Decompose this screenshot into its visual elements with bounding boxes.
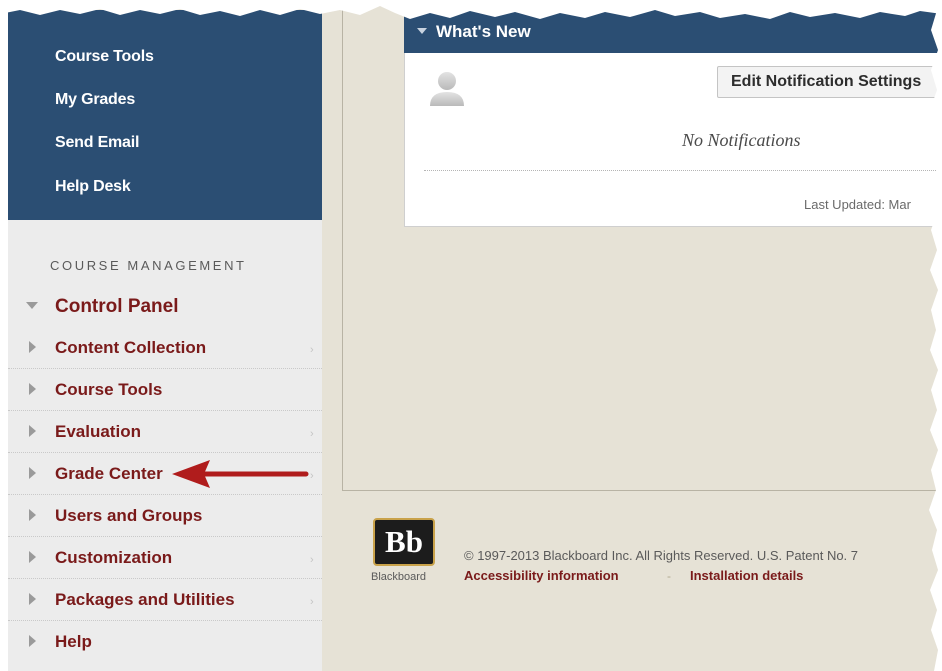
installation-details-link[interactable]: Installation details bbox=[690, 568, 803, 583]
logo-text: Bb bbox=[385, 524, 423, 559]
chevron-right-icon: › bbox=[310, 428, 314, 440]
cp-item-evaluation[interactable]: Evaluation › bbox=[8, 411, 322, 453]
control-panel-label: Control Panel bbox=[55, 296, 179, 317]
control-panel-header[interactable]: Control Panel bbox=[8, 285, 322, 325]
triangle-right-icon bbox=[29, 509, 36, 521]
blackboard-logo: Bb bbox=[373, 518, 435, 566]
cp-item-label: Packages and Utilities bbox=[55, 590, 235, 609]
chevron-right-icon: › bbox=[310, 554, 314, 566]
cp-item-label: Content Collection bbox=[55, 338, 207, 357]
cp-item-users-and-groups[interactable]: Users and Groups bbox=[8, 495, 322, 537]
last-updated-text: Last Updated: Mar bbox=[804, 197, 911, 212]
cp-item-label: Course Tools bbox=[55, 380, 163, 399]
cp-item-course-tools[interactable]: Course Tools bbox=[8, 369, 322, 411]
divider bbox=[424, 170, 942, 171]
triangle-right-icon bbox=[29, 425, 36, 437]
cp-item-label: Grade Center bbox=[55, 464, 163, 483]
triangle-down-icon[interactable] bbox=[417, 28, 427, 34]
triangle-right-icon bbox=[29, 551, 36, 563]
chevron-right-icon: › bbox=[310, 470, 314, 482]
triangle-down-icon bbox=[26, 302, 38, 309]
copyright-text: © 1997-2013 Blackboard Inc. All Rights R… bbox=[464, 548, 859, 563]
triangle-right-icon bbox=[29, 383, 36, 395]
triangle-right-icon bbox=[29, 341, 36, 353]
menu-link-help-desk[interactable]: Help Desk bbox=[55, 178, 131, 196]
edit-notification-settings-button[interactable]: Edit Notification Settings bbox=[717, 66, 942, 98]
arrow-left-icon bbox=[172, 460, 309, 488]
chevron-right-icon: › bbox=[310, 344, 314, 356]
menu-link-send-email[interactable]: Send Email bbox=[55, 134, 139, 152]
accessibility-information-link[interactable]: Accessibility information bbox=[464, 568, 619, 583]
cp-item-packages-and-utilities[interactable]: Packages and Utilities › bbox=[8, 579, 322, 621]
footer-separator: - bbox=[667, 569, 671, 583]
triangle-right-icon bbox=[29, 467, 36, 479]
cp-item-label: Users and Groups bbox=[55, 506, 203, 525]
user-silhouette-icon bbox=[430, 72, 464, 106]
course-management-heading: COURSE MANAGEMENT bbox=[50, 258, 247, 273]
blackboard-wordmark: Blackboard bbox=[371, 571, 427, 583]
cp-item-label: Customization bbox=[55, 548, 173, 567]
cp-item-label: Help bbox=[55, 632, 92, 651]
triangle-right-icon bbox=[29, 593, 36, 605]
menu-link-my-grades[interactable]: My Grades bbox=[55, 91, 135, 109]
course-menu-links: Course Tools My Grades Send Email Help D… bbox=[8, 10, 322, 230]
cp-item-customization[interactable]: Customization › bbox=[8, 537, 322, 579]
whats-new-title: What's New bbox=[436, 22, 531, 41]
chevron-right-icon: › bbox=[310, 596, 314, 608]
triangle-right-icon bbox=[29, 635, 36, 647]
cp-item-content-collection[interactable]: Content Collection › bbox=[8, 327, 322, 369]
cp-item-label: Evaluation bbox=[55, 422, 141, 441]
cp-item-help[interactable]: Help bbox=[8, 621, 322, 662]
no-notifications-message: No Notifications bbox=[682, 130, 801, 150]
menu-link-course-tools[interactable]: Course Tools bbox=[55, 48, 154, 66]
